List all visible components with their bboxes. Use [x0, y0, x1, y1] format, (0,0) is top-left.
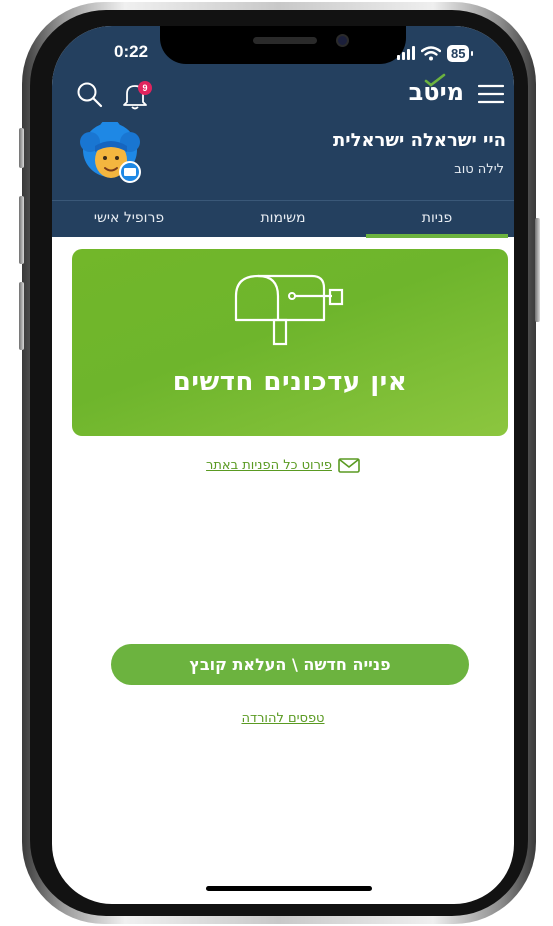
all-inquiries-link-row[interactable]: פירוט כל הפניות באתר: [52, 458, 514, 473]
volume-down-button: [19, 282, 24, 350]
battery-icon: 85: [447, 44, 475, 62]
page: 0:22 85 9 מיטב היי ישראלה ישראלית לילה ט…: [0, 0, 553, 926]
all-inquiries-link[interactable]: פירוט כל הפניות באתר: [206, 458, 332, 473]
mailbox-icon: [234, 274, 344, 346]
tab-inquiries[interactable]: פניות: [366, 201, 508, 238]
logo-check-icon: [424, 73, 446, 87]
user-greeting: היי ישראלה ישראלית: [332, 130, 506, 151]
tab-tasks[interactable]: משימות: [212, 201, 354, 238]
notification-badge: 9: [138, 81, 152, 95]
search-icon[interactable]: [76, 81, 104, 109]
avatar[interactable]: [78, 122, 144, 186]
time-of-day-greeting: לילה טוב: [454, 162, 504, 177]
notch: [160, 26, 406, 64]
envelope-icon: [338, 458, 360, 473]
status-time: 0:22: [114, 42, 149, 61]
home-indicator[interactable]: [206, 886, 372, 891]
power-button: [535, 218, 540, 322]
wifi-icon: [421, 45, 441, 60]
volume-up-button: [19, 196, 24, 264]
status-icons: 85: [397, 44, 475, 62]
no-updates-banner: אין עדכונים חדשים: [72, 249, 508, 436]
new-inquiry-button[interactable]: פנייה חדשה \ העלאת קובץ: [111, 644, 469, 685]
front-camera: [336, 34, 349, 47]
banner-title: אין עדכונים חדשים: [172, 367, 408, 397]
download-forms-link[interactable]: טפסים להורדה: [52, 711, 514, 726]
menu-icon[interactable]: [478, 84, 504, 104]
speaker: [253, 37, 317, 44]
signal-icon: [397, 46, 415, 60]
tab-personal-profile[interactable]: פרופיל אישי: [58, 201, 200, 238]
mute-switch: [19, 128, 24, 168]
app-header: 0:22 85 9 מיטב היי ישראלה ישראלית לילה ט…: [52, 26, 514, 238]
app-screen: 0:22 85 9 מיטב היי ישראלה ישראלית לילה ט…: [52, 26, 514, 904]
tab-bar: פניות משימות פרופיל אישי: [52, 200, 514, 238]
